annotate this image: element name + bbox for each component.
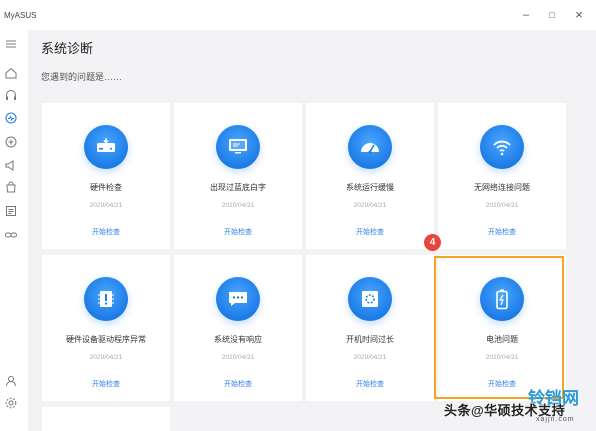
- link-icon[interactable]: [4, 135, 18, 149]
- user-icon[interactable]: [4, 374, 18, 388]
- card-title: 开机时间过长: [346, 335, 394, 344]
- card-title: 无网络连接问题: [474, 183, 530, 192]
- link-chain-icon[interactable]: [4, 228, 18, 242]
- card-title: 硬件设备驱动程序异常: [66, 335, 146, 344]
- gauge-icon: [348, 125, 392, 169]
- card-bsod[interactable]: 出现过蓝底白字 2020/04/21 开始检查: [174, 103, 302, 249]
- bag-icon[interactable]: [4, 180, 18, 194]
- card-title: 硬件检查: [90, 183, 122, 192]
- card-no-network[interactable]: 无网络连接问题 2020/04/21 开始检查: [438, 103, 566, 249]
- watermark-url: xajjn.com: [536, 416, 575, 423]
- card-title: 系统运行缓慢: [346, 183, 394, 192]
- wifi-icon: [480, 125, 524, 169]
- headset-icon[interactable]: [4, 88, 18, 102]
- start-check-link[interactable]: 开始检查: [42, 379, 170, 389]
- sidebar: [0, 30, 28, 431]
- start-check-link[interactable]: 开始检查: [306, 379, 434, 389]
- chat-dots-icon: [216, 277, 260, 321]
- card-date: 2020/04/21: [221, 354, 255, 361]
- start-check-link[interactable]: 开始检查: [174, 227, 302, 237]
- card-date: 2020/04/21: [353, 354, 387, 361]
- card-date: 2020/04/21: [353, 202, 387, 209]
- start-check-link[interactable]: 开始检查: [306, 227, 434, 237]
- app-name: MyASUS: [4, 11, 37, 20]
- card-date: 2020/04/21: [221, 202, 255, 209]
- megaphone-icon[interactable]: [4, 158, 18, 172]
- diagnosis-icon[interactable]: [4, 111, 18, 125]
- driver-alert-icon: [84, 277, 128, 321]
- boot-screen-icon: [348, 277, 392, 321]
- card-date: 2020/04/21: [485, 202, 519, 209]
- title-bar: MyASUS – □ ×: [0, 0, 596, 30]
- step-badge: 4: [424, 234, 441, 251]
- card-title: 系统没有响应: [214, 335, 262, 344]
- page-title: 系统诊断: [41, 41, 94, 56]
- highlight-box: [434, 256, 564, 399]
- maximize-button[interactable]: □: [545, 9, 559, 21]
- card-hardware-check[interactable]: 硬件检查 2020/04/21 开始检查: [42, 103, 170, 249]
- card-driver-error[interactable]: 硬件设备驱动程序异常 2020/04/21 开始检查: [42, 255, 170, 401]
- drive-icon: [84, 125, 128, 169]
- card-no-response[interactable]: 系统没有响应 2020/04/21 开始检查: [174, 255, 302, 401]
- hamburger-icon[interactable]: [4, 37, 18, 51]
- start-check-link[interactable]: 开始检查: [42, 227, 170, 237]
- start-check-link[interactable]: 开始检查: [438, 227, 566, 237]
- watermark: 铃铛网 头条@华硕技术支持 xajjn.com: [440, 384, 592, 428]
- news-icon[interactable]: [4, 204, 18, 218]
- card-partial: [42, 407, 170, 431]
- card-date: 2020/04/21: [89, 354, 123, 361]
- monitor-icon: [216, 125, 260, 169]
- card-system-slow[interactable]: 系统运行缓慢 2020/04/21 开始检查: [306, 103, 434, 249]
- minimize-button[interactable]: –: [519, 9, 533, 21]
- home-icon[interactable]: [4, 66, 18, 80]
- card-slow-boot[interactable]: 开机时间过长 2020/04/21 开始检查: [306, 255, 434, 401]
- close-button[interactable]: ×: [572, 8, 586, 21]
- gear-icon[interactable]: [4, 396, 18, 410]
- card-title: 出现过蓝底白字: [210, 183, 266, 192]
- subtitle: 您遇到的问题是……: [41, 72, 123, 82]
- card-date: 2020/04/21: [89, 202, 123, 209]
- start-check-link[interactable]: 开始检查: [174, 379, 302, 389]
